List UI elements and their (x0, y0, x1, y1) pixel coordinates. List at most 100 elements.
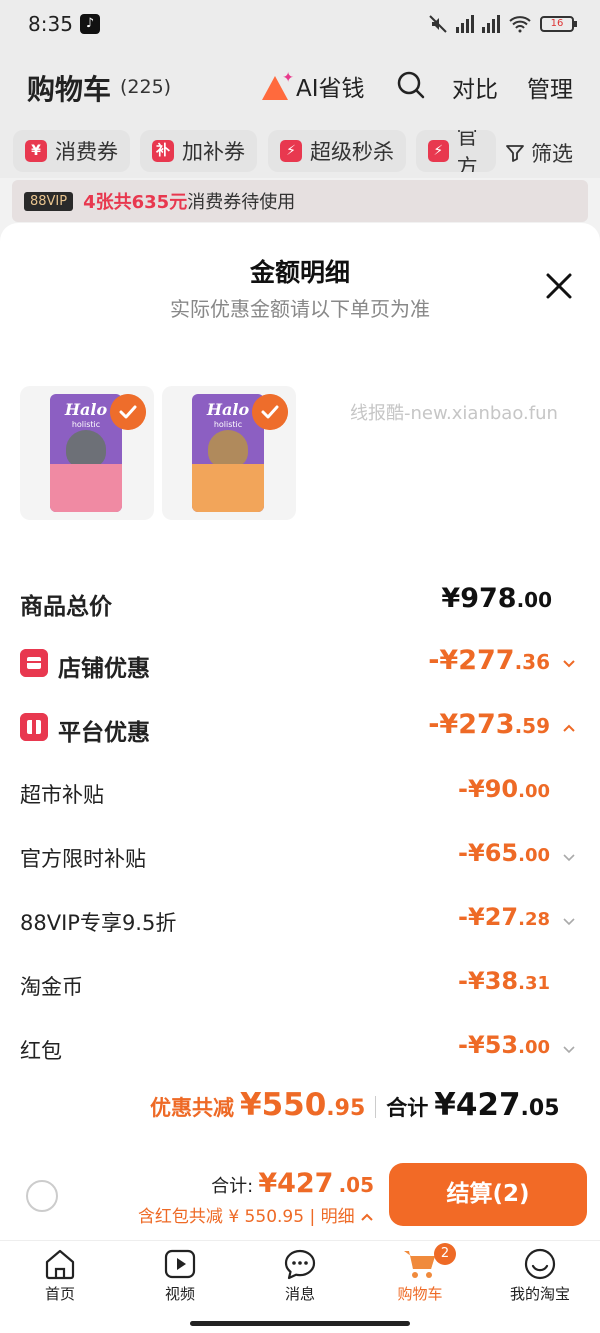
battery-icon: 16 (540, 16, 577, 32)
row-label: 淘金币 (20, 975, 83, 999)
row-amount: ¥978.00 (441, 583, 552, 614)
check-icon[interactable] (252, 394, 288, 430)
row-amount: -¥27.28 (458, 903, 550, 931)
row-amount: -¥38.31 (458, 967, 550, 995)
page-title: 购物车 (27, 73, 112, 106)
filter-label: 筛选 (531, 142, 573, 166)
close-icon[interactable] (544, 271, 574, 301)
official-subsidy-row[interactable]: 官方限时补贴 -¥65.00 (20, 837, 580, 877)
cart-count: (225) (120, 76, 172, 98)
platform-discount-row[interactable]: 平台优惠 -¥273.59 (20, 707, 580, 747)
row-amount: -¥90.00 (458, 775, 550, 803)
ai-save-button[interactable]: ✦ AI省钱 (262, 70, 365, 102)
lightning-icon: ⚡ (280, 140, 302, 162)
row-label: 超市补贴 (20, 783, 104, 807)
checkout-total-label: 合计: (211, 1176, 254, 1197)
product-thumbnail[interactable]: Halo holistic (162, 386, 296, 520)
chip-flash-sale[interactable]: ⚡ 超级秒杀 (268, 130, 406, 172)
bottom-tab-bar: 首页 视频 消息 2 购物车 我的淘宝 (0, 1240, 600, 1333)
chevron-down-icon (563, 854, 575, 862)
home-icon (45, 1249, 75, 1280)
amount-dec: .00 (518, 781, 550, 802)
ai-save-label: AI省钱 (296, 76, 365, 102)
checkout-bar: 合计: ¥427 .05 含红包共减 ¥ 550.95 | 明细 结算(2) (0, 1150, 600, 1240)
row-amount: -¥277.36 (428, 645, 550, 676)
supermarket-subsidy-row: 超市补贴 -¥90.00 (20, 773, 580, 813)
platform-icon (20, 713, 48, 741)
chip-label: 超级秒杀 (310, 140, 394, 164)
tab-cart[interactable]: 2 购物车 (360, 1243, 480, 1304)
amount-int: -¥53 (458, 1031, 519, 1059)
shop-discount-row[interactable]: 店铺优惠 -¥277.36 (20, 643, 580, 683)
amount-dec: .31 (518, 973, 550, 994)
row-amount: -¥273.59 (428, 709, 550, 740)
checkout-total: 合计: ¥427 .05 (211, 1168, 374, 1199)
status-bar: 8:35 ♪ 16 (0, 0, 600, 52)
tiktok-icon: ♪ (80, 14, 100, 34)
select-all-radio[interactable] (26, 1180, 58, 1212)
chip-official[interactable]: ⚡ 官方 (416, 130, 496, 172)
chevron-up-icon (361, 1213, 373, 1221)
cart-badge: 2 (434, 1243, 456, 1265)
compare-button[interactable]: 对比 (452, 70, 498, 104)
cart-icon (404, 1251, 435, 1278)
subsidy-icon: 补 (152, 140, 174, 162)
filter-button[interactable]: 筛选 (505, 138, 573, 168)
tab-video[interactable]: 视频 (120, 1247, 240, 1304)
message-icon (284, 1249, 316, 1280)
row-amount: -¥65.00 (458, 839, 550, 867)
amount-dec: .00 (518, 845, 550, 866)
tab-profile[interactable]: 我的淘宝 (480, 1247, 600, 1304)
vip-coupon-bar[interactable]: 88VIP 4张共635元消费券待使用 (12, 180, 588, 222)
tab-label: 我的淘宝 (509, 1285, 570, 1303)
discount-total-dec: .95 (326, 1096, 366, 1121)
chip-label: 官方 (456, 130, 478, 172)
coupon-icon: ¥ (25, 140, 47, 162)
mute-icon (429, 15, 447, 33)
amount-detail-sheet: 金额明细 实际优惠金额请以下单页为准 Halo holistic Halo ho… (0, 223, 600, 1239)
checkout-button[interactable]: 结算(2) (389, 1163, 587, 1226)
amount-int: -¥38 (458, 967, 519, 995)
filter-chips: ¥ 消费券 补 加补券 ⚡ 超级秒杀 ⚡ 官方 筛选 (0, 122, 600, 178)
amount-dec: .36 (514, 650, 550, 674)
grand-total-dec: .05 (520, 1096, 560, 1121)
row-amount: -¥53.00 (458, 1031, 550, 1059)
row-label: 商品总价 (20, 594, 112, 620)
tab-message[interactable]: 消息 (240, 1247, 360, 1304)
status-time: 8:35 (28, 12, 73, 36)
cat-image (66, 430, 106, 468)
amount-int: ¥978 (441, 583, 517, 614)
chip-subsidy-coupon[interactable]: 补 加补券 (140, 130, 257, 172)
detail-link[interactable]: 含红包共减 ¥ 550.95 | 明细 (138, 1202, 374, 1227)
grand-total-int: ¥427 (434, 1087, 521, 1123)
amount-int: -¥90 (458, 775, 519, 803)
coins-row: 淘金币 -¥38.31 (20, 965, 580, 1005)
summary-line: 优惠共减 ¥550 .95 合计 ¥427 .05 (150, 1087, 560, 1127)
filter-icon (506, 145, 524, 162)
vip-discount-row[interactable]: 88VIP专享9.5折 -¥27.28 (20, 901, 580, 941)
amount-int: -¥65 (458, 839, 519, 867)
amount-dec: .28 (518, 909, 550, 930)
vip-tag: 88VIP (24, 191, 74, 211)
chevron-down-icon (563, 918, 575, 926)
checkout-total-int: ¥427 (258, 1168, 334, 1199)
product-thumbnail[interactable]: Halo holistic (20, 386, 154, 520)
chip-label: 加补券 (182, 140, 245, 164)
search-icon[interactable] (396, 70, 426, 100)
chip-coupon[interactable]: ¥ 消费券 (13, 130, 130, 172)
check-icon[interactable] (110, 394, 146, 430)
home-indicator (190, 1321, 410, 1326)
manage-button[interactable]: 管理 (527, 70, 573, 104)
chip-label: 消费券 (55, 140, 118, 164)
tab-home[interactable]: 首页 (0, 1247, 120, 1304)
sheet-title: 金额明细 (249, 258, 350, 287)
row-label: 红包 (20, 1039, 62, 1063)
chevron-up-icon (563, 724, 575, 732)
amount-dec: .59 (514, 714, 550, 738)
status-icons: 16 (428, 14, 577, 34)
divider (375, 1096, 377, 1118)
red-packet-row[interactable]: 红包 -¥53.00 (20, 1029, 580, 1069)
amount-dec: .00 (518, 1037, 550, 1058)
amount-int: -¥273 (428, 709, 515, 740)
vip-text: 消费券待使用 (187, 192, 296, 213)
